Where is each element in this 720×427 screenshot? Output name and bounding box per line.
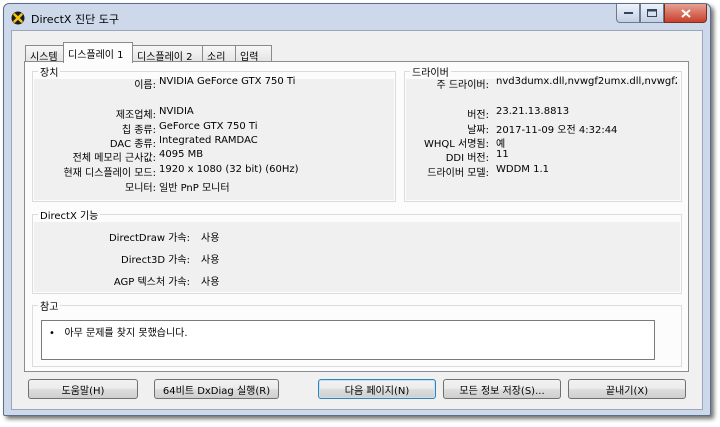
run-64bit-dxdiag-button[interactable]: 64비트 DxDiag 실행(R): [154, 379, 279, 399]
notes-item: • 아무 문제를 찾지 못했습니다.: [49, 328, 188, 339]
tab-system[interactable]: 시스템: [25, 45, 64, 63]
feature-row-agp: AGP 텍스처 가속: 사용: [113, 277, 220, 288]
display-panel: 장치 이름: NVIDIA GeForce GTX 750 Ti 제조업체: N…: [24, 61, 689, 372]
device-row-name: 이름: NVIDIA GeForce GTX 750 Ti: [134, 76, 296, 91]
device-row-chip-type: 칩 종류: GeForce GTX 750 Ti: [121, 121, 258, 136]
help-button[interactable]: 도움말(H): [28, 379, 138, 399]
driver-row-date: 날짜: 2017-11-09 오전 4:32:44: [467, 125, 618, 136]
device-group: 장치 이름: NVIDIA GeForce GTX 750 Ti 제조업체: N…: [32, 64, 396, 202]
minimize-button[interactable]: [616, 4, 640, 23]
device-row-manufacturer: 제조업체: NVIDIA: [115, 106, 194, 121]
device-row-monitor: 모니터: 일반 PnP 모니터: [125, 183, 230, 194]
feature-row-directdraw: DirectDraw 가속: 사용: [108, 233, 220, 244]
title-bar[interactable]: DirectX 진단 도구: [4, 4, 710, 31]
directx-icon: [11, 11, 25, 25]
directx-features-title: DirectX 기능: [38, 207, 101, 222]
window-title: DirectX 진단 도구: [31, 13, 119, 26]
driver-group: 드라이버 주 드라이버: nvd3dumx.dll,nvwgf2umx.dll,…: [404, 64, 682, 202]
maximize-icon: [647, 9, 657, 17]
driver-row-version: 버전: 23.21.13.8813: [467, 106, 570, 121]
device-row-dac-type: DAC 종류: Integrated RAMDAC: [109, 135, 258, 150]
tab-sound[interactable]: 소리: [202, 45, 236, 63]
save-all-info-button[interactable]: 모든 정보 저장(S)...: [443, 379, 561, 399]
device-row-memory: 전체 메모리 근사값: 4095 MB: [72, 149, 204, 164]
client-area: 시스템 디스플레이 1 디스플레이 2 소리 입력 장치 이름: NVIDIA …: [11, 30, 703, 410]
tab-input[interactable]: 입력: [235, 45, 272, 63]
feature-row-direct3d: Direct3D 가속: 사용: [121, 255, 220, 266]
notes-title: 참고: [38, 298, 61, 313]
driver-row-whql: WHQL 서명됨: 예: [424, 139, 506, 150]
driver-row-ddi-version: DDI 버전: 11: [445, 149, 509, 164]
driver-row-driver-model: 드라이버 모델: WDDM 1.1: [427, 164, 549, 179]
exit-button[interactable]: 끝내기(X): [568, 379, 686, 399]
dxdiag-window: DirectX 진단 도구 시스템 디스플레이 1 디스플레이 2 소리 입력 …: [3, 3, 711, 416]
tab-display-1[interactable]: 디스플레이 1: [63, 42, 133, 63]
minimize-icon: [623, 12, 633, 14]
close-button[interactable]: [664, 4, 707, 23]
next-page-button[interactable]: 다음 페이지(N): [318, 379, 436, 399]
directx-features-group: DirectX 기능 DirectDraw 가속: 사용 Direct3D 가속…: [32, 207, 682, 294]
notes-textbox[interactable]: • 아무 문제를 찾지 못했습니다.: [41, 320, 655, 360]
notes-group: 참고 • 아무 문제를 찾지 못했습니다.: [32, 298, 682, 367]
maximize-button[interactable]: [640, 4, 664, 23]
device-row-display-mode: 현재 디스플레이 모드: 1920 x 1080 (32 bit) (60Hz): [63, 164, 299, 179]
driver-row-main-driver: 주 드라이버: nvd3dumx.dll,nvwgf2umx.dll,nvwgf…: [436, 76, 677, 91]
tab-display-2[interactable]: 디스플레이 2: [132, 45, 203, 63]
close-icon: [680, 8, 691, 18]
